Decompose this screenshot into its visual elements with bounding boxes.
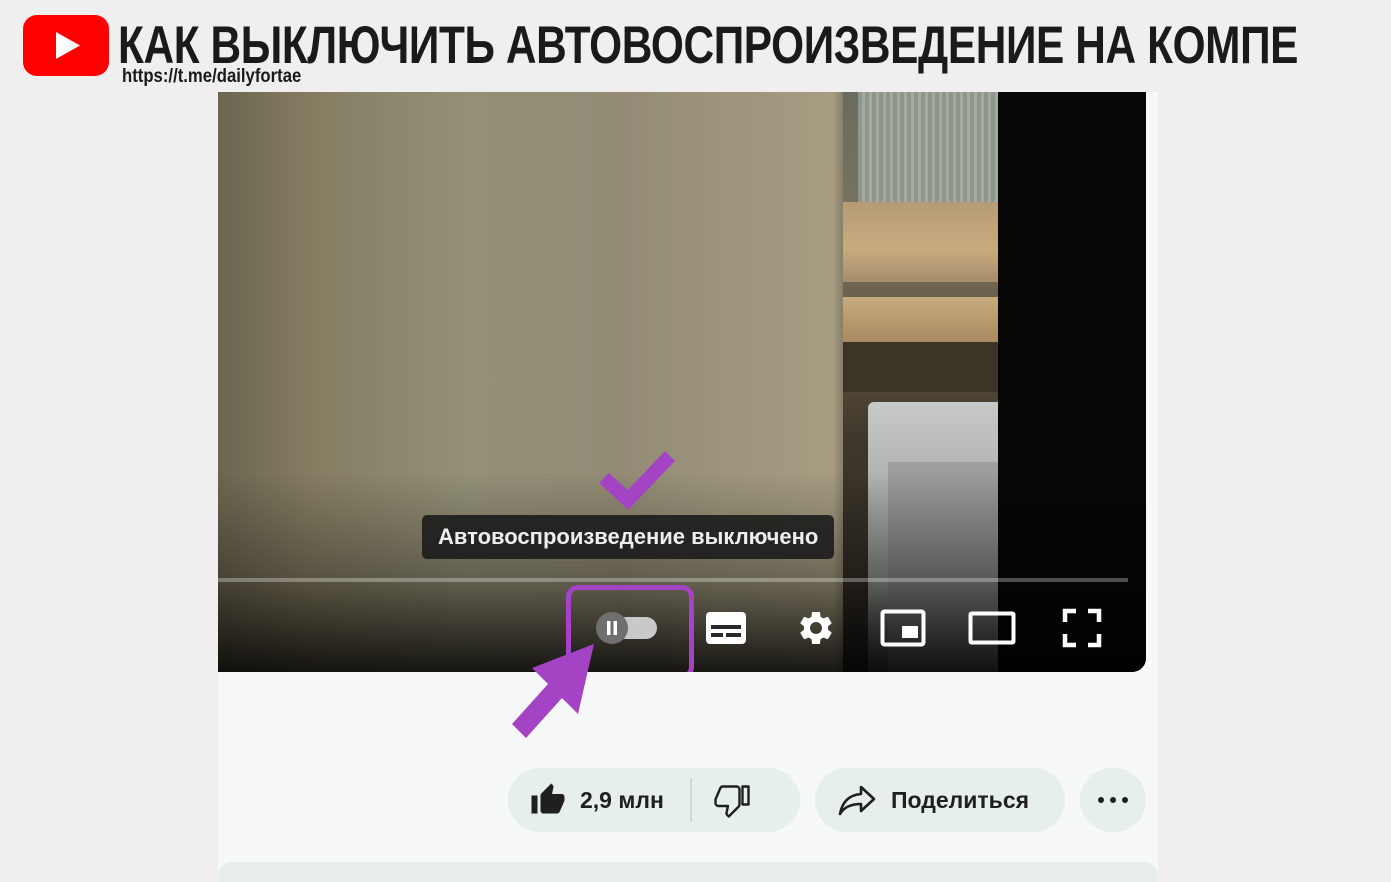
miniplayer-icon (880, 609, 926, 647)
share-label: Поделиться (891, 786, 1030, 813)
autoplay-tooltip: Автовоспроизведение выключено (422, 515, 835, 559)
fullscreen-icon (1062, 608, 1102, 648)
source-url: https://t.me/dailyfortae (122, 66, 302, 87)
pointer-arrow-icon (512, 644, 594, 738)
like-dislike-group: 2,9 млн (508, 768, 800, 832)
miniplayer-button[interactable] (875, 602, 931, 654)
like-button[interactable]: 2,9 млн (508, 768, 664, 832)
dislike-button[interactable] (692, 768, 772, 832)
video-actions: 2,9 млн Поделиться (218, 672, 1158, 882)
fullscreen-button[interactable] (1054, 602, 1110, 654)
description-box[interactable] (218, 862, 1158, 882)
more-horizontal-icon (1098, 797, 1128, 803)
more-actions-button[interactable] (1080, 768, 1146, 832)
subtitles-icon (706, 612, 746, 644)
theater-mode-icon (968, 611, 1016, 645)
checkmark-icon (600, 451, 676, 510)
thumbs-down-icon (714, 785, 750, 818)
share-arrow-icon (838, 785, 876, 816)
thumbs-up-icon (531, 783, 565, 814)
video-player[interactable]: Автовоспроизведение выключено (218, 92, 1146, 672)
progress-bar[interactable] (218, 578, 1128, 582)
share-button[interactable]: Поделиться (815, 768, 1065, 832)
theater-button[interactable] (964, 602, 1020, 654)
settings-button[interactable] (788, 602, 844, 654)
gear-icon (800, 612, 832, 644)
like-count: 2,9 млн (580, 786, 664, 813)
subtitles-button[interactable] (698, 602, 754, 654)
youtube-page: Автовоспроизведение выключено 2,9 млн По… (218, 92, 1158, 882)
header-banner: КАК ВЫКЛЮЧИТЬ АВТОВОСПРОИЗВЕДЕНИЕ НА КОМ… (0, 0, 1391, 92)
youtube-logo-icon (23, 15, 109, 76)
